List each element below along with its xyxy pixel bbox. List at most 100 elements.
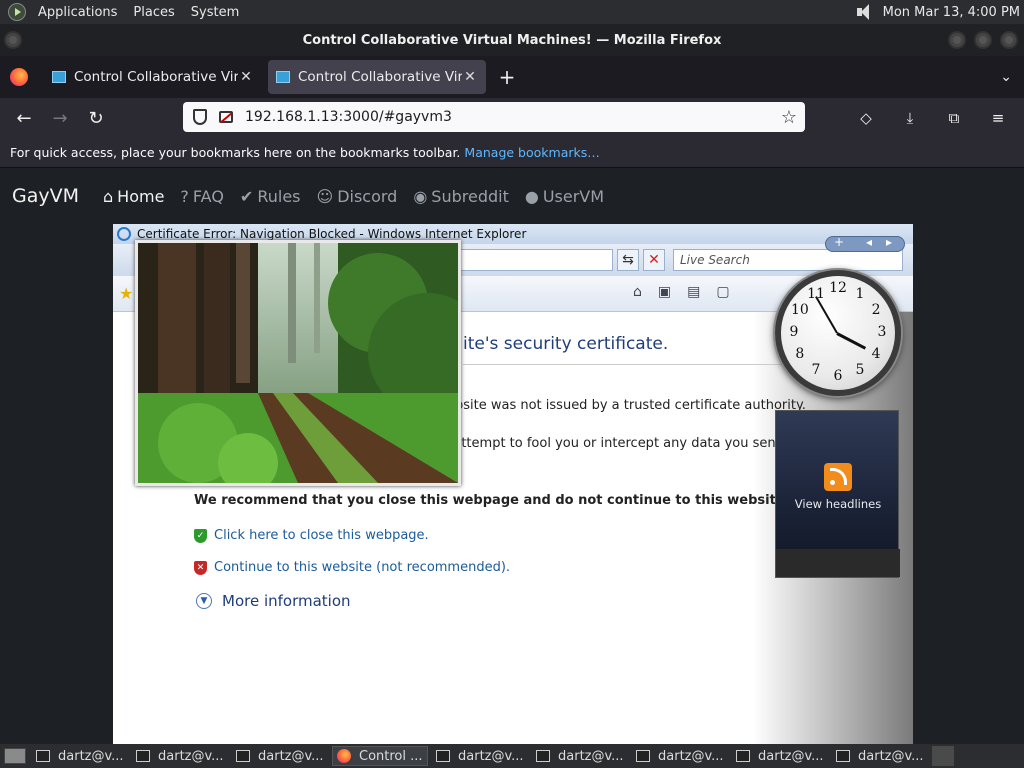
rss-icon	[824, 463, 852, 491]
downloads-icon[interactable]: ⤓	[892, 102, 928, 134]
slideshow-gadget[interactable]	[135, 240, 461, 486]
ie-search-input[interactable]: Live Search	[673, 249, 903, 271]
tab-1[interactable]: Control Collaborative Virtual Machines! …	[44, 60, 262, 94]
ie-window-title: Certificate Error: Navigation Blocked - …	[137, 227, 527, 241]
page-icon[interactable]: ▢	[716, 284, 729, 300]
taskbar-item[interactable]: dartz@v...	[732, 746, 828, 766]
taskbar-item-label: dartz@v...	[458, 748, 524, 764]
close-window-icon[interactable]	[1000, 31, 1018, 49]
firefox-launcher[interactable]	[932, 746, 954, 766]
ie-address-field[interactable]	[453, 249, 613, 271]
taskbar-item[interactable]: dartz@v...	[232, 746, 328, 766]
feed-label[interactable]: View headlines	[776, 497, 900, 511]
continue-website-link[interactable]: ✕ Continue to this website (not recommen…	[194, 560, 510, 575]
window-menu-icon[interactable]	[4, 31, 22, 49]
vm-screen[interactable]: Certificate Error: Navigation Blocked - …	[113, 224, 913, 744]
taskbar-item[interactable]: dartz@v...	[432, 746, 528, 766]
add-gadget-icon[interactable]: +	[834, 235, 844, 249]
feed-footer	[776, 549, 900, 577]
ie-logo-icon	[117, 227, 131, 241]
gnome-logo-icon[interactable]	[8, 3, 26, 21]
window-title: Control Collaborative Virtual Machines! …	[302, 32, 722, 48]
next-icon[interactable]: ▸	[886, 235, 892, 249]
clock-number: 7	[811, 362, 821, 379]
reddit-icon: ◉	[413, 186, 428, 206]
url-bar[interactable]: 192.168.1.13:3000/#gayvm3 ☆	[183, 102, 805, 132]
cert-text-1: bsite was not issued by a trusted certif…	[455, 398, 806, 413]
tab-close-icon[interactable]: ✕	[462, 69, 478, 85]
nav-home[interactable]: ⌂ Home	[103, 187, 164, 206]
clock-number: 8	[795, 346, 805, 362]
terminal-icon	[836, 750, 850, 762]
url-input[interactable]: 192.168.1.13:3000/#gayvm3	[245, 109, 781, 125]
site-navbar: GayVM ⌂ Home ? FAQ ✔ Rules ☺ Discord ◉ S…	[0, 168, 1024, 224]
bookmarks-message: For quick access, place your bookmarks h…	[10, 145, 461, 160]
clock-number: 5	[855, 362, 865, 379]
maximize-icon[interactable]	[974, 31, 992, 49]
sidebar-control[interactable]: + ◂ ▸	[825, 235, 905, 252]
taskbar-item[interactable]: dartz@v...	[132, 746, 228, 766]
nav-uservm[interactable]: ● UserVM	[525, 187, 604, 206]
app-menu-icon[interactable]: ≡	[980, 102, 1016, 134]
tracking-shield-icon[interactable]	[193, 109, 207, 125]
extensions-icon[interactable]: ⧉	[936, 102, 972, 134]
clipboard-icon: ✔	[239, 186, 254, 206]
window-title-bar: Control Collaborative Virtual Machines! …	[0, 24, 1024, 56]
top-panel: Applications Places System Mon Mar 13, 4…	[0, 0, 1024, 24]
feed-headlines-gadget[interactable]: View headlines	[775, 410, 900, 578]
tab-label: Control Collaborative Virtual Machines!	[74, 69, 238, 85]
nav-discord[interactable]: ☺ Discord	[317, 187, 398, 206]
list-tabs-icon[interactable]: ⌄	[1000, 69, 1012, 85]
forward-button[interactable]: →	[42, 102, 78, 134]
clock-number: 2	[871, 302, 881, 318]
tab-close-icon[interactable]: ✕	[238, 69, 254, 85]
cert-text-2: n attempt to fool you or intercept any d…	[441, 436, 784, 451]
feeds-icon[interactable]: ▣	[658, 284, 671, 300]
print-icon[interactable]: ▤	[687, 284, 700, 300]
bookmarks-toolbar: For quick access, place your bookmarks h…	[0, 138, 1024, 168]
taskbar-item[interactable]: dartz@v...	[532, 746, 628, 766]
bookmark-star-icon[interactable]: ☆	[781, 107, 797, 128]
minimize-icon[interactable]	[948, 31, 966, 49]
panel-menu: Applications Places System	[30, 5, 247, 20]
clock-gadget[interactable]: 12 1 2 3 4 5 6 7 8 9 10 11	[775, 270, 901, 396]
home-icon[interactable]: ⌂	[633, 284, 642, 300]
places-menu[interactable]: Places	[125, 5, 182, 20]
taskbar-item[interactable]: Control ...	[332, 746, 428, 766]
taskbar-item[interactable]: dartz@v...	[832, 746, 928, 766]
firefox-view-icon[interactable]	[10, 68, 28, 86]
insecure-lock-icon[interactable]	[219, 111, 233, 123]
back-button[interactable]: ←	[6, 102, 42, 134]
ie-stop-icon[interactable]: ✕	[643, 249, 665, 271]
clock-datetime[interactable]: Mon Mar 13, 4:00 PM	[883, 5, 1020, 20]
taskbar-item[interactable]: dartz@v...	[632, 746, 728, 766]
ie-refresh-icon[interactable]: ⇆	[617, 249, 639, 271]
tab-2[interactable]: Control Collaborative Virtual Machines! …	[268, 60, 486, 94]
show-desktop-icon[interactable]	[4, 748, 26, 764]
taskbar-item-label: dartz@v...	[658, 748, 724, 764]
system-menu[interactable]: System	[183, 5, 247, 20]
nav-subreddit[interactable]: ◉ Subreddit	[413, 187, 509, 206]
manage-bookmarks-link[interactable]: Manage bookmarks…	[464, 145, 599, 160]
new-tab-button[interactable]: +	[492, 65, 522, 89]
nav-faq[interactable]: ? FAQ	[180, 187, 224, 206]
taskbar-item[interactable]: dartz@v...	[32, 746, 128, 766]
reload-button[interactable]: ↻	[78, 102, 114, 134]
toolbar-right: ◇ ⤓ ⧉ ≡	[848, 102, 1016, 134]
more-information-link[interactable]: ▼ More information	[196, 592, 351, 610]
close-webpage-link[interactable]: ✓ Click here to close this webpage.	[194, 528, 429, 543]
pocket-icon[interactable]: ◇	[848, 102, 884, 134]
terminal-icon	[636, 750, 650, 762]
discord-icon: ☺	[316, 186, 334, 206]
favorites-star-icon[interactable]: ★	[119, 284, 133, 303]
recommendation-text: We recommend that you close this webpage…	[194, 493, 790, 508]
volume-icon[interactable]	[855, 3, 875, 21]
nav-rules[interactable]: ✔ Rules	[240, 187, 301, 206]
prev-icon[interactable]: ◂	[866, 235, 872, 249]
clock-number: 4	[871, 346, 881, 362]
hour-hand	[836, 332, 867, 350]
panel-status: Mon Mar 13, 4:00 PM	[855, 3, 1024, 21]
user-icon: ●	[524, 186, 539, 206]
applications-menu[interactable]: Applications	[30, 5, 125, 20]
site-brand[interactable]: GayVM	[12, 185, 79, 207]
